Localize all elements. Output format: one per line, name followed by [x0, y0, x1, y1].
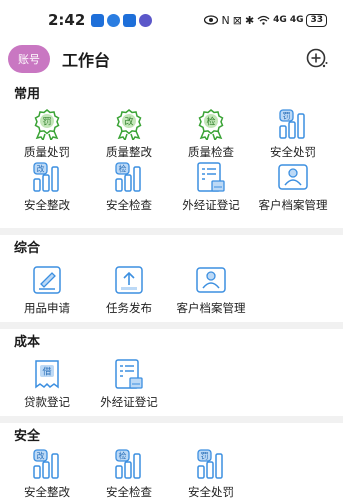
svg-text:改: 改 [37, 164, 45, 174]
page-title: 工作台 [62, 51, 111, 70]
app-safety-penalty[interactable]: 罚 安全处罚 [170, 448, 252, 500]
app-notification-icon [91, 13, 105, 27]
award-penalty-icon: 罚 [30, 108, 64, 140]
section-title: 综合 [14, 241, 41, 256]
app-supplies-request[interactable]: 用品申请 [6, 264, 88, 317]
app-label: 安全处罚 [270, 145, 316, 159]
section-title: 常用 [14, 87, 41, 102]
award-rectify-icon: 改 [112, 108, 146, 140]
app-safety-check[interactable]: 检 安全检查 [88, 161, 170, 214]
status-right: N ⊠ ✱ 4G 4G 33 [204, 13, 327, 27]
section-divider [0, 416, 343, 423]
wifi-icon [257, 15, 270, 25]
svg-text:改: 改 [37, 451, 45, 461]
add-button[interactable] [305, 47, 329, 71]
eye-icon [204, 15, 219, 25]
svg-text:检: 检 [119, 164, 127, 174]
app-grid: 改 安全整改 检 安全检查 罚 安全处罚 [0, 448, 343, 500]
customer-card-icon [194, 264, 228, 296]
app-external-cert-register[interactable]: 外经证登记 [170, 161, 252, 214]
app-label: 安全整改 [24, 485, 70, 499]
app-label: 安全检查 [106, 485, 152, 499]
section-title: 成本 [14, 335, 41, 350]
app-safety-rectify[interactable]: 改 安全整改 [6, 161, 88, 214]
app-grid: 用品申请 任务发布 客户档案管理 [0, 264, 343, 317]
app-label: 质量检查 [188, 145, 234, 159]
status-time: 2:42 [48, 11, 86, 29]
app-label: 用品申请 [24, 301, 70, 315]
svg-text:罚: 罚 [42, 117, 51, 128]
section-cost: 成本 借 贷款登记 外经证登记 [0, 334, 343, 411]
customer-card-icon [276, 161, 310, 193]
section-safety: 安全 改 安全整改 检 安全检查 罚 安全处罚 [0, 428, 343, 500]
app-label: 质量整改 [106, 145, 152, 159]
nfc-icon: N [221, 13, 230, 27]
chart-rectify-icon: 改 [30, 448, 64, 480]
form-register-icon [112, 358, 146, 390]
app-quality-check[interactable]: 检 质量检查 [170, 108, 252, 161]
app-label: 贷款登记 [24, 395, 70, 409]
award-check-icon: 检 [194, 108, 228, 140]
chart-penalty-icon: 罚 [194, 448, 228, 480]
svg-text:借: 借 [42, 366, 51, 378]
svg-text:罚: 罚 [201, 452, 209, 461]
status-bar: 2:42 N ⊠ ✱ 4G 4G 33 [0, 0, 343, 40]
form-register-icon [194, 161, 228, 193]
app-quality-penalty[interactable]: 罚 质量处罚 [6, 108, 88, 161]
chart-check-icon: 检 [112, 161, 146, 193]
section-divider [0, 322, 343, 329]
svg-text:改: 改 [124, 116, 133, 128]
add-circle-icon [306, 48, 328, 68]
account-avatar[interactable]: 账号 [8, 45, 50, 73]
chart-penalty-icon: 罚 [276, 108, 310, 140]
app-grid: 借 贷款登记 外经证登记 [0, 358, 343, 411]
signal-icon: 4G [273, 15, 287, 25]
app-header: 账号 工作台 [0, 40, 343, 78]
app-notification-icon [123, 13, 137, 27]
app-loan-register[interactable]: 借 贷款登记 [6, 358, 88, 411]
svg-text:罚: 罚 [283, 112, 291, 121]
edit-document-icon [30, 264, 64, 296]
loan-receipt-icon: 借 [30, 358, 64, 390]
app-customer-archive[interactable]: 客户档案管理 [252, 161, 334, 214]
upload-document-icon [112, 264, 146, 296]
app-label: 质量处罚 [24, 145, 70, 159]
app-label: 外经证登记 [182, 198, 240, 212]
battery-icon: 33 [306, 13, 327, 27]
vibrate-icon: ⊠ [232, 13, 242, 27]
app-safety-rectify[interactable]: 改 安全整改 [6, 448, 88, 500]
section-common: 常用 罚 质量处罚 改 质量整改 检 质量检查 罚 安全处罚 改 安全整改 检 … [0, 86, 343, 214]
section-general: 综合 用品申请 任务发布 客户档案管理 [0, 240, 343, 317]
app-external-cert-register[interactable]: 外经证登记 [88, 358, 170, 411]
app-label: 客户档案管理 [258, 198, 328, 212]
app-safety-penalty[interactable]: 罚 安全处罚 [252, 108, 334, 161]
app-label: 安全检查 [106, 198, 152, 212]
app-label: 安全处罚 [188, 485, 234, 499]
svg-text:检: 检 [119, 451, 127, 461]
app-label: 安全整改 [24, 198, 70, 212]
app-label: 客户档案管理 [176, 301, 246, 315]
signal-icon: 4G [289, 15, 304, 25]
app-grid: 罚 质量处罚 改 质量整改 检 质量检查 罚 安全处罚 改 安全整改 检 安全检… [0, 108, 343, 214]
section-title: 安全 [14, 429, 41, 444]
app-customer-archive[interactable]: 客户档案管理 [170, 264, 252, 317]
app-label: 任务发布 [106, 301, 152, 315]
circle-notification-icon [139, 13, 153, 27]
section-divider [0, 228, 343, 235]
app-label: 外经证登记 [100, 395, 158, 409]
status-left: 2:42 [48, 11, 153, 29]
chart-check-icon: 检 [112, 448, 146, 480]
chart-rectify-icon: 改 [30, 161, 64, 193]
cloud-notification-icon [107, 13, 121, 27]
app-quality-rectify[interactable]: 改 质量整改 [88, 108, 170, 161]
app-task-publish[interactable]: 任务发布 [88, 264, 170, 317]
bluetooth-icon: ✱ [244, 13, 255, 27]
svg-text:检: 检 [206, 116, 215, 128]
app-safety-check[interactable]: 检 安全检查 [88, 448, 170, 500]
